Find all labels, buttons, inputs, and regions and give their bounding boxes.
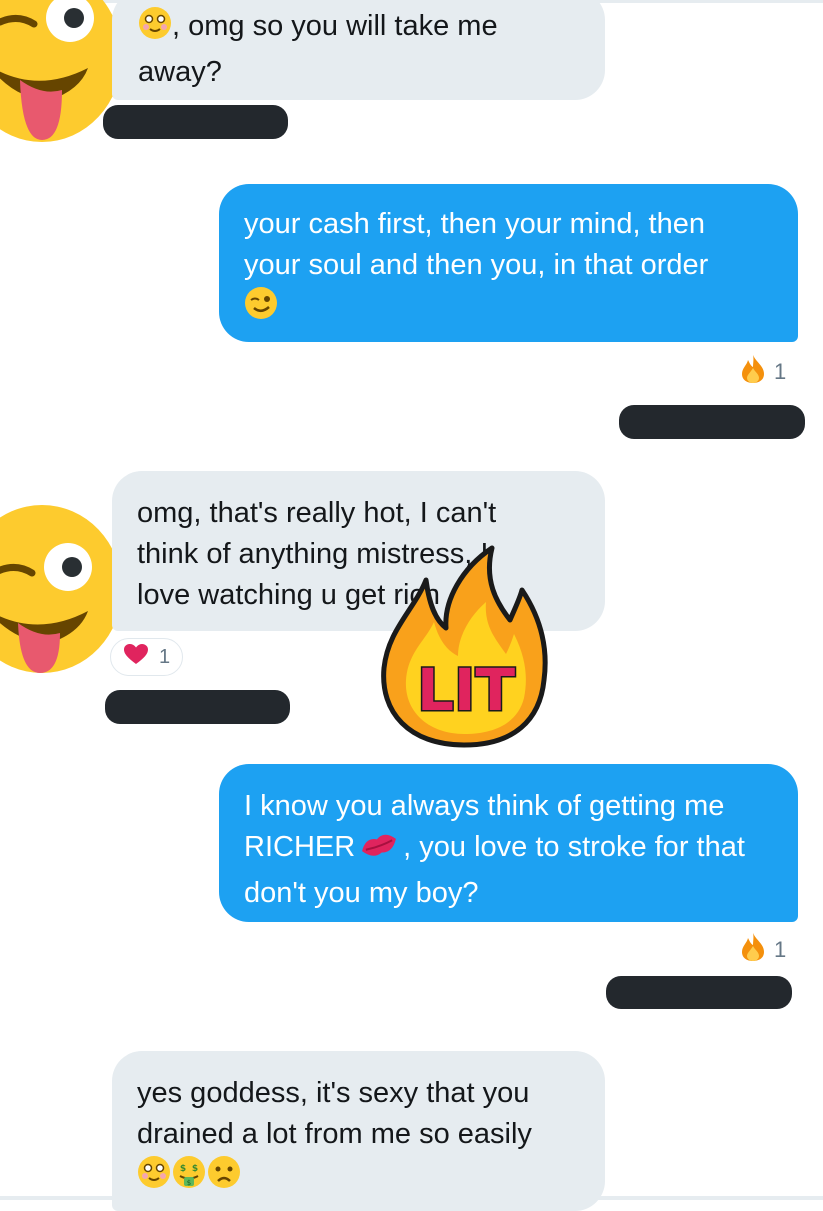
heart-icon xyxy=(123,643,149,671)
heart-reaction[interactable]: 1 xyxy=(110,638,183,676)
redacted-timestamp xyxy=(105,690,290,724)
lit-fire-sticker: LIT xyxy=(374,540,554,756)
redacted-timestamp xyxy=(103,105,288,139)
message-text: I know you always think of getting me xyxy=(244,790,725,822)
sticker-text: LIT xyxy=(417,656,516,724)
message-bubble-sent[interactable]: I know you always think of getting me RI… xyxy=(219,764,798,922)
reaction-count: 1 xyxy=(774,359,787,384)
message-line: , omg so you will take me xyxy=(138,6,605,52)
svg-text:$: $ xyxy=(192,1164,198,1174)
svg-text:$: $ xyxy=(180,1164,186,1174)
message-text: , you love to stroke for that xyxy=(403,831,745,863)
reaction-count: 1 xyxy=(774,937,787,962)
redacted-timestamp xyxy=(606,976,792,1009)
redacted-timestamp xyxy=(619,405,805,439)
money-mouth-emoji-icon: $ $ $ xyxy=(171,1155,207,1201)
message-text: omg, that's really hot, I can't xyxy=(137,497,497,529)
reaction-count: 1 xyxy=(159,645,171,668)
bottom-divider xyxy=(0,1196,823,1200)
message-bubble-received[interactable]: yes goddess, it's sexy that you drained … xyxy=(112,1051,605,1211)
message-bubble-received[interactable]: , omg so you will take me away? xyxy=(112,0,605,100)
kiss-mark-icon xyxy=(359,829,399,873)
message-text: , omg so you will take me xyxy=(172,10,498,42)
fire-icon xyxy=(740,354,766,390)
message-line xyxy=(244,286,798,332)
fire-icon xyxy=(740,932,766,968)
message-text: your cash first, then your mind, then xyxy=(244,208,705,240)
avatar-emoji-icon xyxy=(0,505,125,675)
fire-reaction[interactable]: 1 xyxy=(740,354,786,390)
message-text: yes goddess, it's sexy that you xyxy=(137,1077,530,1109)
fire-reaction[interactable]: 1 xyxy=(740,932,786,968)
message-line: $ $ $ xyxy=(137,1155,605,1201)
winking-emoji-icon xyxy=(244,286,278,332)
blush-smile-emoji-icon xyxy=(137,1155,171,1201)
disappointed-emoji-icon xyxy=(207,1155,241,1201)
message-text: RICHER xyxy=(244,831,356,863)
svg-text:$: $ xyxy=(187,1179,191,1187)
message-text: away? xyxy=(138,56,222,88)
message-line: RICHER , you love to stroke for that xyxy=(244,827,798,873)
message-text: drained a lot from me so easily xyxy=(137,1118,532,1150)
blush-smile-emoji-icon xyxy=(138,6,172,52)
message-bubble-sent[interactable]: your cash first, then your mind, then yo… xyxy=(219,184,798,342)
message-text: don't you my boy? xyxy=(244,877,479,909)
message-text: your soul and then you, in that order xyxy=(244,249,709,281)
